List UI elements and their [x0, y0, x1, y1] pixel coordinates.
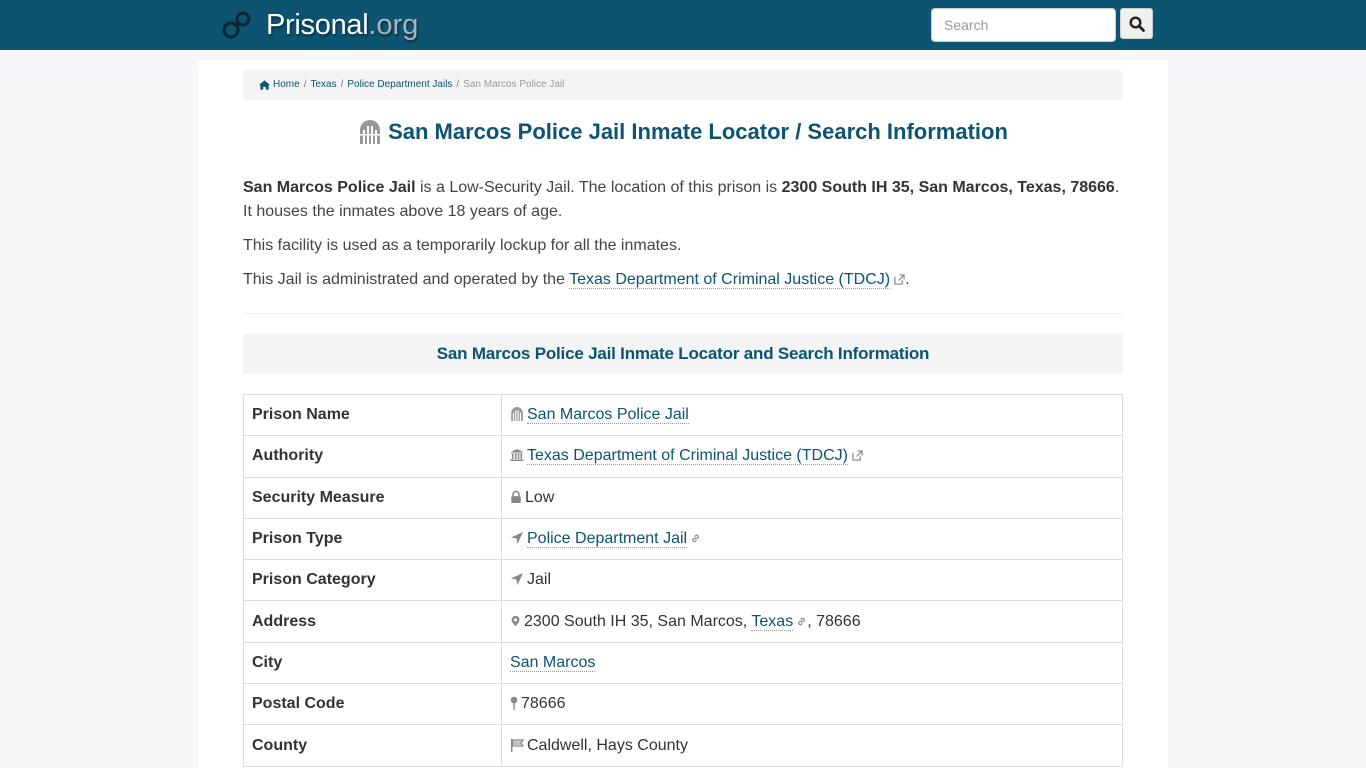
prison-icon	[511, 407, 523, 422]
page-title: San Marcos Police Jail Inmate Locator / …	[243, 116, 1123, 148]
breadcrumb-texas[interactable]: Texas	[310, 70, 336, 100]
address-street: 2300 South IH 35, San Marcos,	[524, 612, 752, 630]
table-row: Security Measure Low	[243, 476, 1123, 519]
table-row: City San Marcos	[243, 641, 1123, 685]
row-label: Prison Name	[243, 393, 502, 437]
map-pin-icon	[510, 696, 518, 711]
home-icon	[259, 80, 270, 90]
row-label: Authority	[243, 435, 502, 478]
row-label: City	[243, 641, 502, 685]
table-row: Authority Texas Department of Criminal J…	[243, 435, 1123, 478]
table-row: Prison Type Police Department Jail	[243, 517, 1123, 561]
intro-period: .	[905, 271, 910, 288]
external-link-icon	[852, 450, 863, 462]
table-row: County Caldwell, Hays County	[243, 724, 1123, 767]
intro-operator-text: This Jail is administrated and operated …	[243, 271, 570, 288]
breadcrumb-police-department-jails[interactable]: Police Department Jails	[347, 70, 452, 100]
brand-name: Prisonal	[266, 8, 369, 41]
link-icon	[692, 534, 699, 543]
row-label: Security Measure	[243, 476, 502, 519]
prison-icon	[360, 120, 381, 144]
flag-icon	[511, 738, 525, 752]
intro-prison-name: San Marcos Police Jail	[243, 179, 416, 196]
breadcrumb-current: San Marcos Police Jail	[463, 79, 565, 90]
main-content: Home / Texas / Police Department Jails /…	[198, 60, 1168, 768]
row-label: County	[243, 724, 502, 767]
table-row: Postal Code 78666	[243, 683, 1123, 726]
row-value: San Marcos Police Jail	[501, 393, 1123, 437]
row-label: Prison Category	[243, 559, 502, 602]
location-arrow-icon	[511, 573, 523, 586]
county-value: Caldwell, Hays County	[527, 736, 688, 754]
intro-paragraph-3: This Jail is administrated and operated …	[243, 268, 1123, 292]
row-label: Postal Code	[243, 683, 502, 726]
breadcrumb: Home / Texas / Police Department Jails /…	[243, 70, 1123, 100]
breadcrumb-separator: /	[340, 79, 344, 90]
lock-icon	[511, 490, 521, 503]
prison-name-link[interactable]: San Marcos Police Jail	[527, 406, 689, 425]
address-zip: , 78666	[807, 612, 861, 630]
postal-code-value: 78666	[521, 695, 566, 713]
prison-info-table: Prison Name San Marcos Police Jail Autho…	[243, 393, 1123, 767]
row-value: San Marcos	[501, 641, 1123, 685]
intro-paragraph-2: This facility is used as a temporarily l…	[243, 237, 682, 254]
intro-paragraph-1: San Marcos Police Jail is a Low-Security…	[243, 176, 1123, 224]
row-value: Jail	[501, 559, 1123, 602]
intro-text: San Marcos Police Jail is a Low-Security…	[243, 176, 1123, 302]
breadcrumb-separator: /	[456, 79, 460, 90]
brand-logo-link[interactable]: Prisonal .org	[222, 6, 418, 44]
brand-tld: .org	[368, 8, 419, 41]
page-title-text: San Marcos Police Jail Inmate Locator / …	[388, 119, 1008, 144]
row-value: Texas Department of Criminal Justice (TD…	[501, 435, 1123, 478]
link-icon	[798, 617, 806, 625]
intro-address: 2300 South IH 35, San Marcos, Texas, 786…	[781, 179, 1115, 196]
intro-text-mid: is a Low-Security Jail. The location of …	[415, 179, 782, 196]
external-link-icon	[894, 274, 905, 285]
divider	[243, 313, 1123, 314]
bank-icon	[510, 449, 524, 462]
location-arrow-icon	[511, 532, 523, 545]
top-navbar: Prisonal .org	[0, 0, 1366, 50]
table-row: Prison Category Jail	[243, 559, 1123, 602]
breadcrumb-separator: /	[303, 79, 307, 90]
tdcj-link[interactable]: Texas Department of Criminal Justice (TD…	[569, 271, 891, 289]
table-row: Address 2300 South IH 35, San Marcos, Te…	[243, 600, 1123, 643]
map-marker-icon	[511, 615, 520, 626]
table-row: Prison Name San Marcos Police Jail	[243, 393, 1123, 437]
section-heading: San Marcos Police Jail Inmate Locator an…	[243, 334, 1123, 374]
search-input[interactable]	[931, 8, 1116, 42]
authority-link[interactable]: Texas Department of Criminal Justice (TD…	[527, 447, 848, 466]
row-label: Prison Type	[243, 517, 502, 561]
city-link[interactable]: San Marcos	[510, 653, 596, 672]
prison-type-link[interactable]: Police Department Jail	[527, 530, 688, 549]
prison-category-value: Jail	[527, 571, 552, 589]
security-value: Low	[525, 488, 555, 506]
row-label: Address	[243, 600, 502, 643]
row-value: 2300 South IH 35, San Marcos, Texas , 786…	[501, 600, 1123, 643]
handcuffs-icon	[222, 11, 251, 39]
address-state-link[interactable]: Texas	[751, 612, 794, 631]
search-icon	[1128, 15, 1145, 32]
search-button[interactable]	[1120, 8, 1153, 39]
breadcrumb-home[interactable]: Home	[273, 70, 300, 100]
row-value: 78666	[501, 683, 1123, 726]
row-value: Low	[501, 476, 1123, 519]
row-value: Caldwell, Hays County	[501, 724, 1123, 767]
row-value: Police Department Jail	[501, 517, 1123, 561]
